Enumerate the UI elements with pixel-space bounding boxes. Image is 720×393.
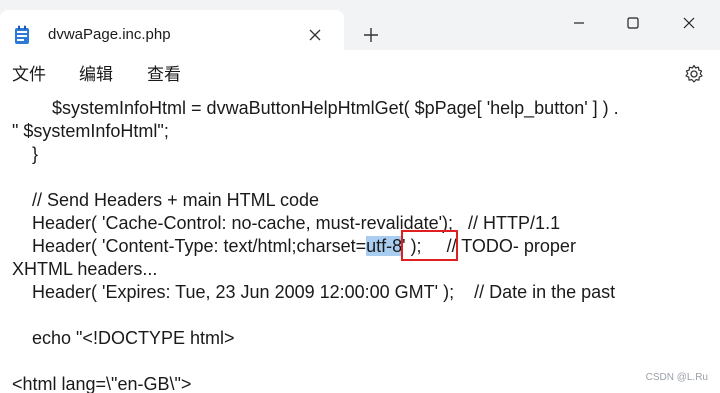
code-line: // Send Headers + main HTML code bbox=[12, 190, 319, 210]
new-tab-icon[interactable] bbox=[360, 24, 382, 46]
code-line: $systemInfoHtml = dvwaButtonHelpHtmlGet(… bbox=[12, 98, 619, 118]
code-line: echo "<!DOCTYPE html> bbox=[12, 328, 235, 348]
code-line: } bbox=[12, 144, 39, 164]
annotation-highlight-box bbox=[401, 230, 458, 261]
menu-bar: 文件 编辑 查看 bbox=[0, 50, 720, 93]
close-window-icon[interactable] bbox=[666, 8, 712, 38]
menu-file[interactable]: 文件 bbox=[12, 65, 46, 85]
notepad-icon bbox=[15, 25, 29, 44]
code-line: Header( 'Cache-Control: no-cache, must-r… bbox=[12, 213, 561, 233]
minimize-icon[interactable] bbox=[556, 8, 602, 38]
code-line: " $systemInfoHtml"; bbox=[12, 121, 169, 141]
menu-view[interactable]: 查看 bbox=[147, 65, 181, 85]
gear-icon[interactable] bbox=[684, 64, 704, 84]
code-line: Header( 'Content-Type: text/html;charset… bbox=[12, 235, 576, 257]
menu-edit[interactable]: 编辑 bbox=[79, 65, 113, 85]
title-bar: dvwaPage.inc.php bbox=[0, 0, 720, 50]
code-segment: Header( 'Content-Type: text/html;charset… bbox=[12, 236, 367, 256]
code-line: <html lang=\"en-GB\"> bbox=[12, 374, 192, 393]
close-tab-icon[interactable] bbox=[305, 25, 325, 45]
watermark: CSDN @L.Ru bbox=[645, 372, 708, 383]
maximize-icon[interactable] bbox=[610, 8, 656, 38]
text-editor[interactable]: $systemInfoHtml = dvwaButtonHelpHtmlGet(… bbox=[0, 93, 720, 393]
tab-title: dvwaPage.inc.php bbox=[48, 26, 171, 43]
code-line: XHTML headers... bbox=[12, 259, 158, 279]
selected-text: utf-8 bbox=[366, 236, 403, 256]
code-line: Header( 'Expires: Tue, 23 Jun 2009 12:00… bbox=[12, 282, 616, 302]
